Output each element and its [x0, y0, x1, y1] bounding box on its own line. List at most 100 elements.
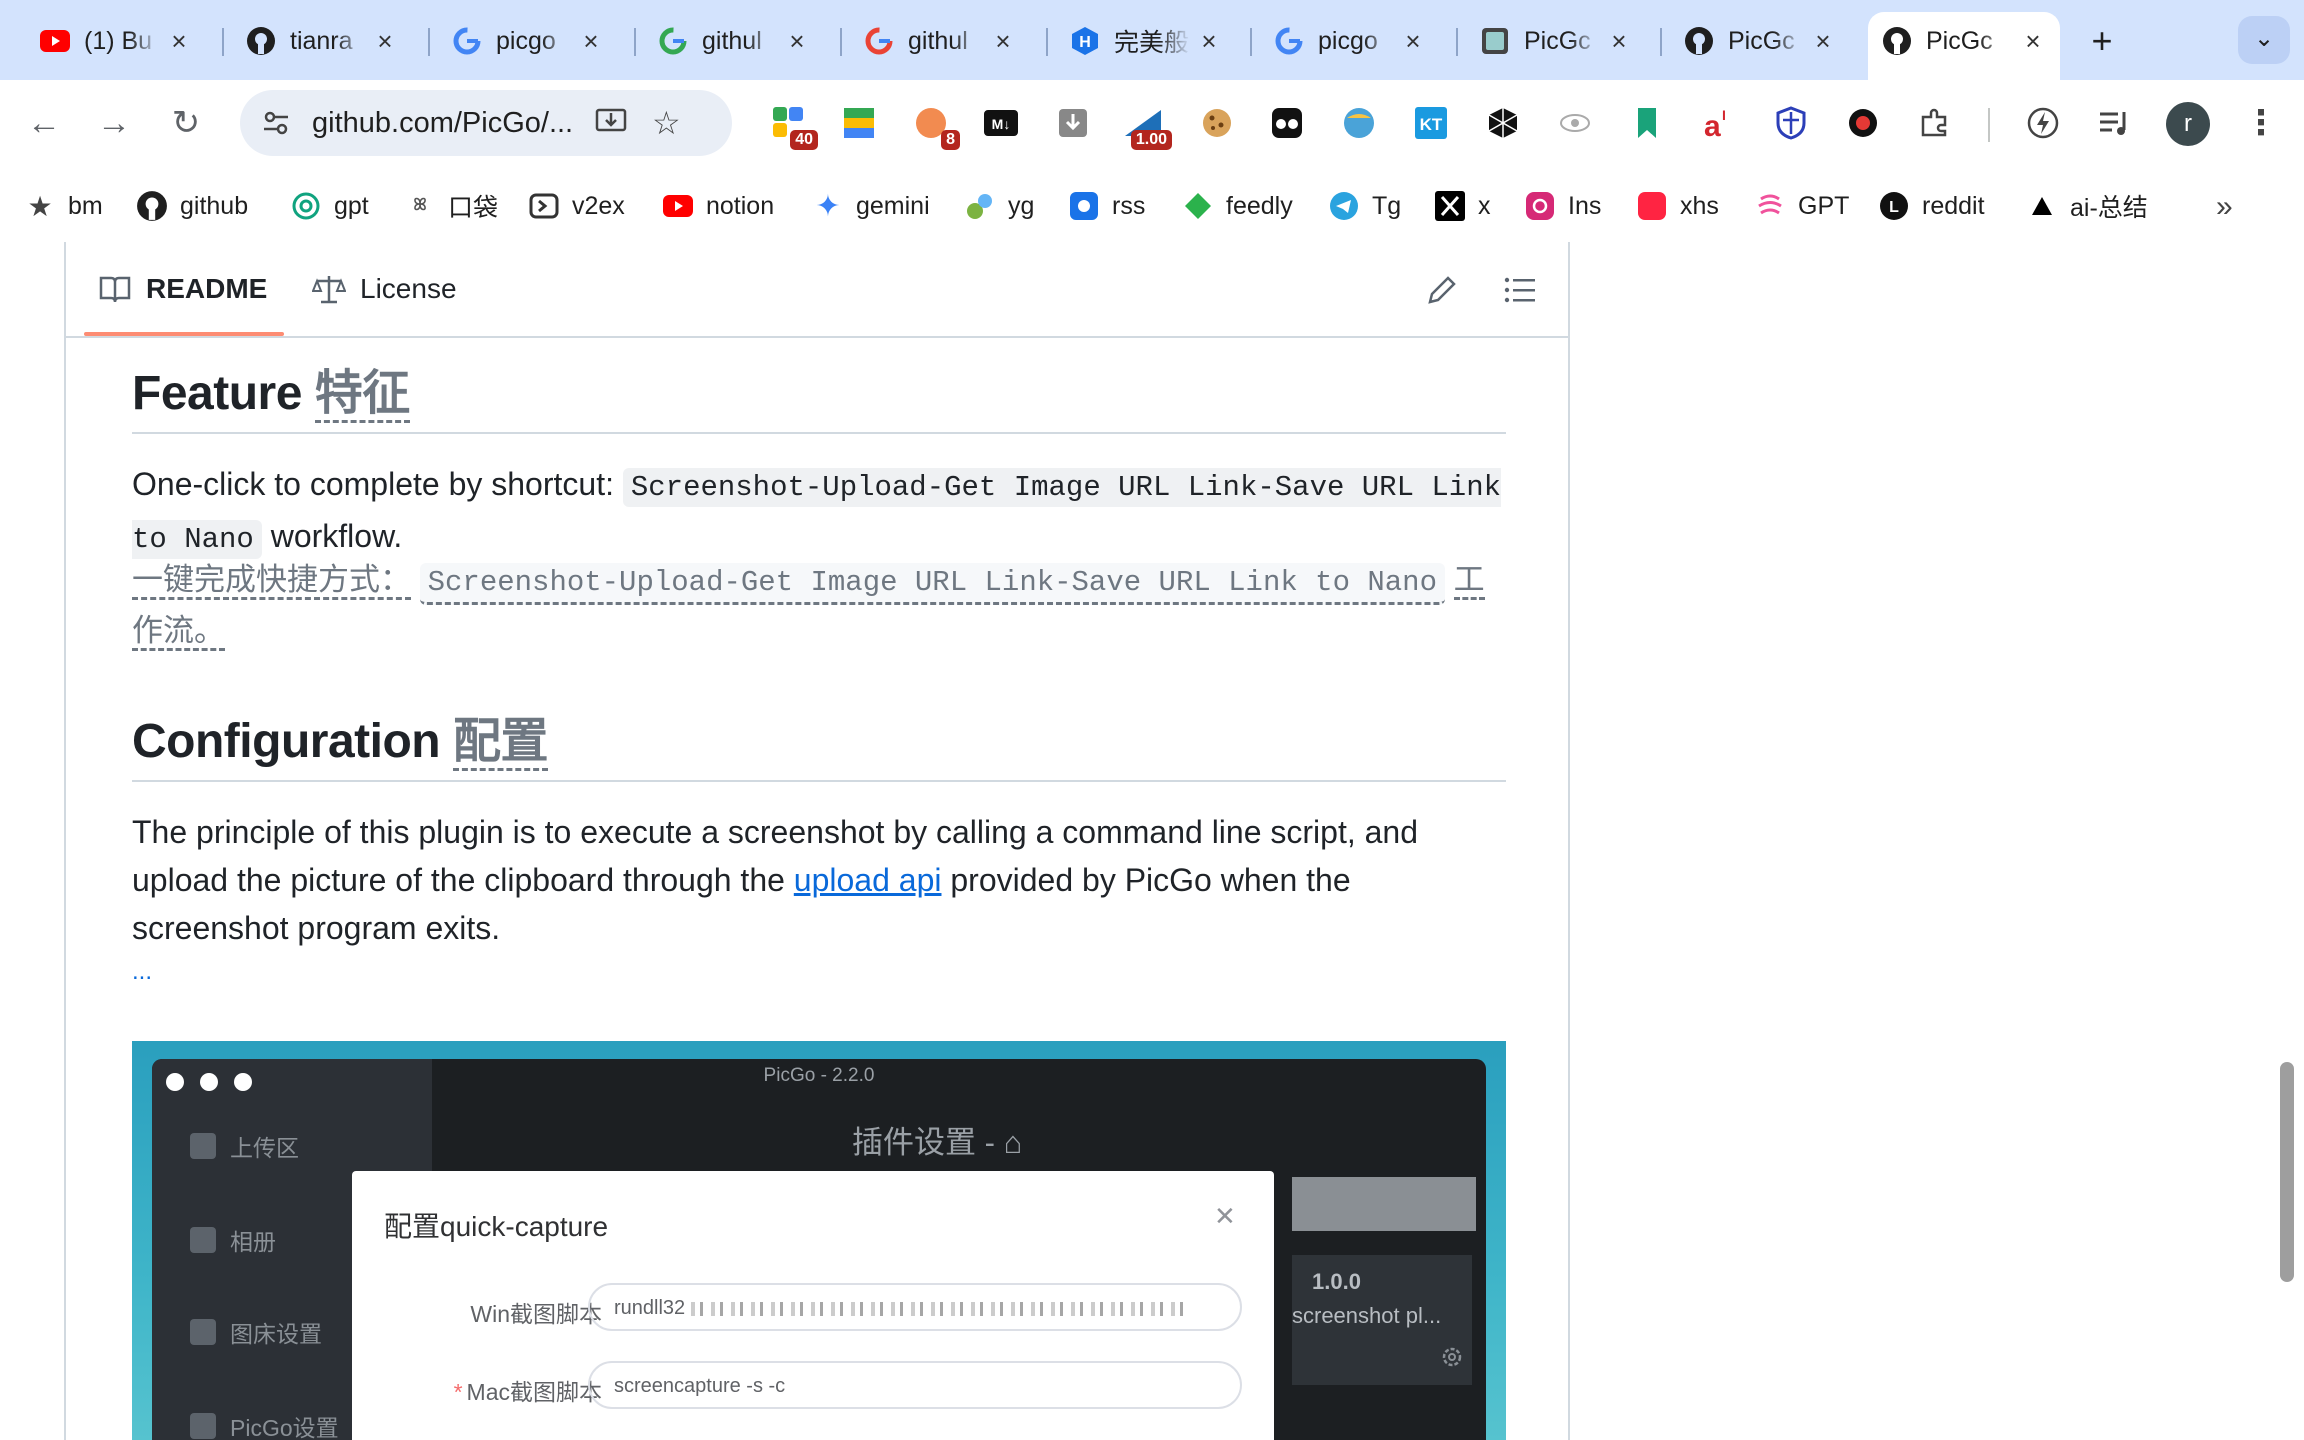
bookmarks-bar: ★ bm github gpt ꕤ 口袋 v2ex notion ✦ gemini y…	[0, 168, 2304, 242]
book-icon	[98, 272, 132, 306]
extension-3-icon[interactable]: 8	[910, 102, 960, 150]
close-icon[interactable]: ×	[578, 26, 604, 57]
globe-extension-icon[interactable]	[1338, 102, 1380, 144]
toolbar-divider	[1988, 108, 1990, 142]
readme-header: README License	[66, 242, 1568, 338]
close-icon[interactable]: ×	[2020, 26, 2046, 57]
cookie-icon[interactable]	[1196, 102, 1238, 144]
translate-extension-icon[interactable]: aI	[1696, 102, 1738, 144]
xhs-icon	[1636, 190, 1668, 222]
bookmark-reddit[interactable]: Lreddit	[1878, 188, 1985, 224]
sidebar-item-bed-settings: 图床设置	[190, 1315, 322, 1349]
forward-button[interactable]: →	[90, 100, 138, 148]
media-control-icon[interactable]	[2094, 102, 2136, 144]
puzzle-icon[interactable]	[1914, 102, 1956, 144]
tab-readme[interactable]: README	[98, 264, 267, 314]
eye-extension-icon[interactable]	[1554, 102, 1596, 144]
site-info-icon[interactable]	[256, 103, 296, 143]
reddit-icon: L	[1878, 190, 1910, 222]
speed-extension-icon[interactable]: 1.00	[1122, 102, 1172, 150]
upload-api-link[interactable]: upload api	[794, 862, 942, 898]
bookmarks-overflow-button[interactable]: »	[2216, 190, 2233, 224]
energy-saver-icon[interactable]	[2022, 102, 2064, 144]
tab-github-picgo[interactable]: PicGc ×	[1670, 12, 1850, 70]
bookmark-notion[interactable]: notion	[662, 188, 774, 224]
shield-icon[interactable]	[1770, 102, 1812, 144]
close-icon[interactable]: ×	[1400, 26, 1426, 57]
close-icon[interactable]: ×	[784, 26, 810, 57]
openai-icon	[290, 190, 322, 222]
kebab-menu-icon[interactable]: ⋮	[2240, 102, 2282, 144]
bookmark-ai-summary[interactable]: ai-总结	[2026, 188, 2148, 224]
sidebar-item-album: 相册	[190, 1223, 276, 1257]
bookmark-instagram[interactable]: Ins	[1524, 188, 1601, 224]
mac-script-row: * Mac截图脚本 screencapture -s -c	[352, 1361, 1274, 1411]
youtube-icon	[662, 190, 694, 222]
feature-heading: Feature 特征	[132, 360, 1506, 434]
mac-script-value: screencapture -s -c	[614, 1375, 786, 1397]
close-icon[interactable]: ×	[1606, 26, 1632, 57]
bookmark-label: notion	[706, 191, 775, 220]
bookmark-extension-icon[interactable]	[1626, 102, 1668, 144]
markdown-icon[interactable]: M↓	[980, 102, 1022, 144]
extension-badge: 1.00	[1130, 130, 1172, 150]
bookmark-github[interactable]: github	[136, 188, 248, 224]
glasses-extension-icon[interactable]	[1266, 102, 1308, 144]
ellipsis-link[interactable]: ...	[132, 958, 152, 986]
tab-separator	[222, 28, 224, 56]
bookmark-feedly[interactable]: feedly	[1182, 188, 1293, 224]
bookmark-v2ex[interactable]: v2ex	[528, 188, 625, 224]
outline-list-icon[interactable]	[1502, 272, 1538, 308]
close-icon[interactable]: ×	[990, 26, 1016, 57]
active-tab-indicator	[84, 332, 284, 336]
tab-license[interactable]: License	[311, 264, 457, 314]
record-extension-icon[interactable]	[1842, 102, 1884, 144]
profile-avatar[interactable]: r	[2166, 102, 2210, 146]
bookmark-star-icon[interactable]: ☆	[652, 104, 681, 142]
bookmark-label: v2ex	[572, 191, 625, 220]
image-icon	[190, 1227, 216, 1253]
bookmark-rss[interactable]: rss	[1068, 188, 1145, 224]
page-scrollbar[interactable]	[2280, 1062, 2294, 1282]
x-icon	[1434, 190, 1466, 222]
tab-search-button[interactable]: ⌄	[2238, 16, 2290, 64]
tab-github-picgo-active[interactable]: PicGc ×	[1868, 12, 2060, 80]
tab-h[interactable]: H 完美般 ×	[1056, 12, 1236, 70]
extension-1-icon[interactable]: 40	[768, 102, 818, 150]
cube-extension-icon[interactable]	[1482, 102, 1524, 144]
close-icon[interactable]: ×	[372, 26, 398, 57]
bookmark-gpt-2[interactable]: GPT	[1754, 188, 1849, 224]
tab-google-github-1[interactable]: githul ×	[644, 12, 824, 70]
extension-2-icon[interactable]	[838, 102, 880, 144]
new-tab-button[interactable]: +	[2080, 20, 2124, 64]
address-bar[interactable]: github.com/PicGo/... ☆	[240, 90, 732, 156]
close-icon[interactable]: ×	[166, 26, 192, 57]
bookmark-x[interactable]: x	[1434, 188, 1491, 224]
back-button[interactable]: ←	[20, 100, 68, 148]
download-icon[interactable]	[1052, 102, 1094, 144]
tab-picgo-app[interactable]: PicGc ×	[1466, 12, 1646, 70]
install-app-icon[interactable]	[594, 104, 628, 143]
close-icon[interactable]: ×	[1810, 26, 1836, 57]
mac-script-label: * Mac截图脚本	[454, 1373, 602, 1407]
tab-google-github-2[interactable]: githul ×	[850, 12, 1030, 70]
bookmark-xhs[interactable]: xhs	[1636, 188, 1719, 224]
tab-youtube[interactable]: (1) Bu ×	[26, 12, 206, 70]
kt-extension-icon[interactable]: KT	[1410, 102, 1452, 144]
pencil-icon[interactable]	[1424, 272, 1460, 308]
reload-button[interactable]: ↻	[162, 100, 210, 148]
bookmark-bm[interactable]: ★ bm	[24, 188, 102, 224]
tab-google-picgo-2[interactable]: picgo ×	[1260, 12, 1440, 70]
bookmark-yg[interactable]: yg	[964, 188, 1034, 224]
bookmark-pocket[interactable]: ꕤ 口袋	[404, 188, 498, 224]
close-icon[interactable]: ×	[1196, 26, 1222, 57]
grid-icon	[190, 1319, 216, 1345]
bookmark-gemini[interactable]: ✦ gemini	[812, 188, 929, 224]
feature-heading-en: Feature	[132, 367, 302, 420]
bookmark-gpt[interactable]: gpt	[290, 188, 369, 224]
tab-github-tianra[interactable]: tianra ×	[232, 12, 412, 70]
bookmark-label: reddit	[1922, 191, 1985, 220]
tab-google-picgo[interactable]: picgo ×	[438, 12, 618, 70]
win-script-value: rundll32	[614, 1297, 686, 1319]
bookmark-telegram[interactable]: Tg	[1328, 188, 1401, 224]
